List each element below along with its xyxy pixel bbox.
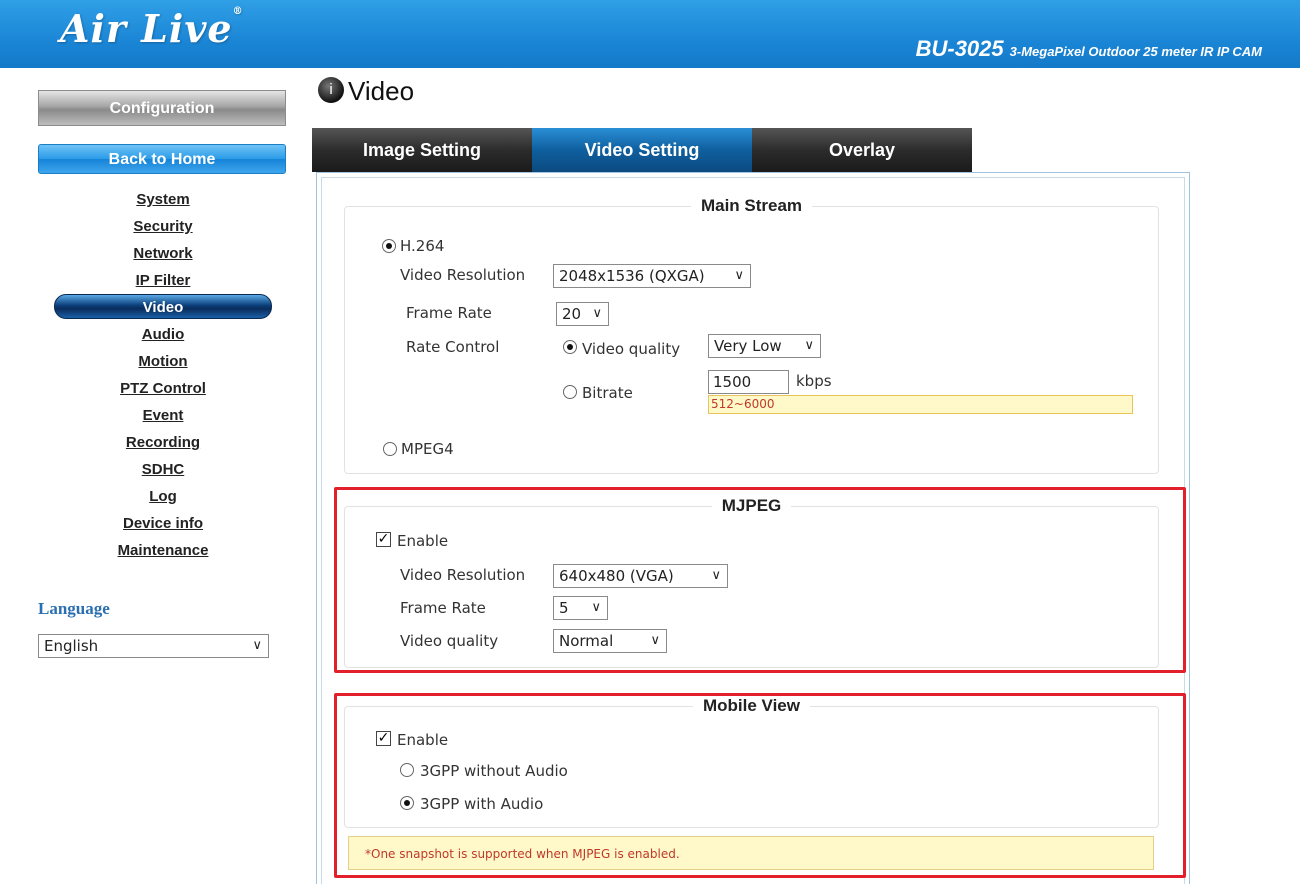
video-quality-value: Very Low: [714, 337, 782, 355]
back-to-home-button[interactable]: Back to Home: [38, 144, 286, 174]
video-quality-radio[interactable]: [563, 340, 577, 354]
3gpp-without-audio-label: 3GPP without Audio: [420, 762, 568, 780]
airlive-logo: Air Live®: [60, 6, 244, 51]
chevron-down-icon: ∨: [804, 338, 814, 353]
sidebar-item-audio[interactable]: Audio: [38, 321, 288, 348]
sidebar-item-device-info[interactable]: Device info: [38, 510, 288, 537]
3gpp-with-audio-label: 3GPP with Audio: [420, 795, 544, 813]
main-stream-legend: Main Stream: [700, 196, 803, 215]
bitrate-radio[interactable]: [563, 385, 577, 399]
language-select-value: English: [44, 637, 99, 655]
main-frame-rate-value: 20: [562, 305, 582, 323]
model-code: BU-3025: [915, 36, 1004, 61]
main-frame-rate-label: Frame Rate: [406, 304, 492, 322]
sidebar-item-network[interactable]: Network: [38, 240, 288, 267]
mjpeg-frame-rate-select[interactable]: 5 ∨: [553, 596, 608, 620]
sidebar-item-log[interactable]: Log: [38, 483, 288, 510]
model-info: BU-3025 3-MegaPixel Outdoor 25 meter IR I…: [916, 36, 1262, 62]
mobile-enable-label: Enable: [397, 731, 449, 749]
main-resolution-label: Video Resolution: [400, 266, 526, 284]
mjpeg-resolution-select[interactable]: 640x480 (VGA) ∨: [553, 564, 728, 588]
tab-overlay[interactable]: Overlay: [752, 128, 972, 172]
main-resolution-select[interactable]: 2048x1536 (QXGA) ∨: [553, 264, 751, 288]
chevron-down-icon: ∨: [592, 306, 602, 321]
sidebar: Configuration Back to Home System Securi…: [38, 90, 288, 564]
bitrate-unit: kbps: [796, 372, 832, 390]
sidebar-item-recording[interactable]: Recording: [38, 429, 288, 456]
h264-label: H.264: [400, 237, 445, 255]
mjpeg-quality-select[interactable]: Normal ∨: [553, 629, 667, 653]
info-icon: i: [318, 77, 344, 104]
chevron-down-icon: ∨: [711, 568, 721, 583]
sidebar-item-ip-filter[interactable]: IP Filter: [38, 267, 288, 294]
mobile-enable-checkbox[interactable]: ✓: [376, 731, 391, 746]
rate-control-label: Rate Control: [406, 338, 500, 356]
mpeg4-radio[interactable]: [383, 442, 397, 456]
mjpeg-quality-label: Video quality: [400, 632, 499, 650]
header-bar: Air Live® BU-3025 3-MegaPixel Outdoor 25 …: [0, 0, 1300, 68]
tab-image-setting[interactable]: Image Setting: [312, 128, 532, 172]
3gpp-with-audio-radio[interactable]: [400, 796, 414, 810]
tab-bar: Image Setting Video Setting Overlay: [312, 128, 972, 172]
video-quality-radio-label: Video quality: [582, 340, 681, 358]
sidebar-item-ptz-control[interactable]: PTZ Control: [38, 375, 288, 402]
h264-radio[interactable]: [382, 239, 396, 253]
chevron-down-icon: ∨: [650, 633, 660, 648]
mjpeg-enable-label: Enable: [397, 532, 449, 550]
page-title-text: Video: [348, 76, 415, 106]
configuration-button[interactable]: Configuration: [38, 90, 286, 126]
page-title: i Video: [318, 76, 414, 107]
sidebar-item-motion[interactable]: Motion: [38, 348, 288, 375]
mjpeg-legend: MJPEG: [721, 496, 782, 515]
language-label: Language: [38, 599, 110, 618]
mjpeg-frame-rate-label: Frame Rate: [400, 599, 486, 617]
language-select[interactable]: English ∨: [38, 634, 269, 658]
bitrate-label: Bitrate: [582, 384, 633, 402]
model-description: 3-MegaPixel Outdoor 25 meter IR IP CAM: [1009, 44, 1262, 59]
sidebar-item-event[interactable]: Event: [38, 402, 288, 429]
chevron-down-icon: ∨: [252, 638, 262, 653]
chevron-down-icon: ∨: [591, 600, 601, 615]
main-resolution-value: 2048x1536 (QXGA): [559, 267, 705, 285]
tab-video-setting[interactable]: Video Setting: [532, 128, 752, 172]
mjpeg-enable-checkbox[interactable]: ✓: [376, 532, 391, 547]
bitrate-range-hint: 512~6000: [708, 395, 1133, 414]
sidebar-item-video[interactable]: Video: [38, 294, 288, 321]
mjpeg-frame-rate-value: 5: [559, 599, 569, 617]
sidebar-item-security[interactable]: Security: [38, 213, 288, 240]
sidebar-item-sdhc[interactable]: SDHC: [38, 456, 288, 483]
mjpeg-resolution-label: Video Resolution: [400, 566, 526, 584]
mjpeg-quality-value: Normal: [559, 632, 614, 650]
snapshot-note: *One snapshot is supported when MJPEG is…: [348, 836, 1154, 870]
sidebar-menu: System Security Network IP Filter Video …: [38, 186, 288, 564]
3gpp-without-audio-radio[interactable]: [400, 763, 414, 777]
sidebar-item-system[interactable]: System: [38, 186, 288, 213]
sidebar-item-maintenance[interactable]: Maintenance: [38, 537, 288, 564]
video-quality-select[interactable]: Very Low ∨: [708, 334, 821, 358]
main-frame-rate-select[interactable]: 20 ∨: [556, 302, 609, 326]
bitrate-input[interactable]: 1500: [708, 370, 789, 394]
chevron-down-icon: ∨: [734, 268, 744, 283]
mobile-view-legend: Mobile View: [703, 696, 800, 715]
mjpeg-resolution-value: 640x480 (VGA): [559, 567, 674, 585]
mpeg4-label: MPEG4: [401, 440, 454, 458]
